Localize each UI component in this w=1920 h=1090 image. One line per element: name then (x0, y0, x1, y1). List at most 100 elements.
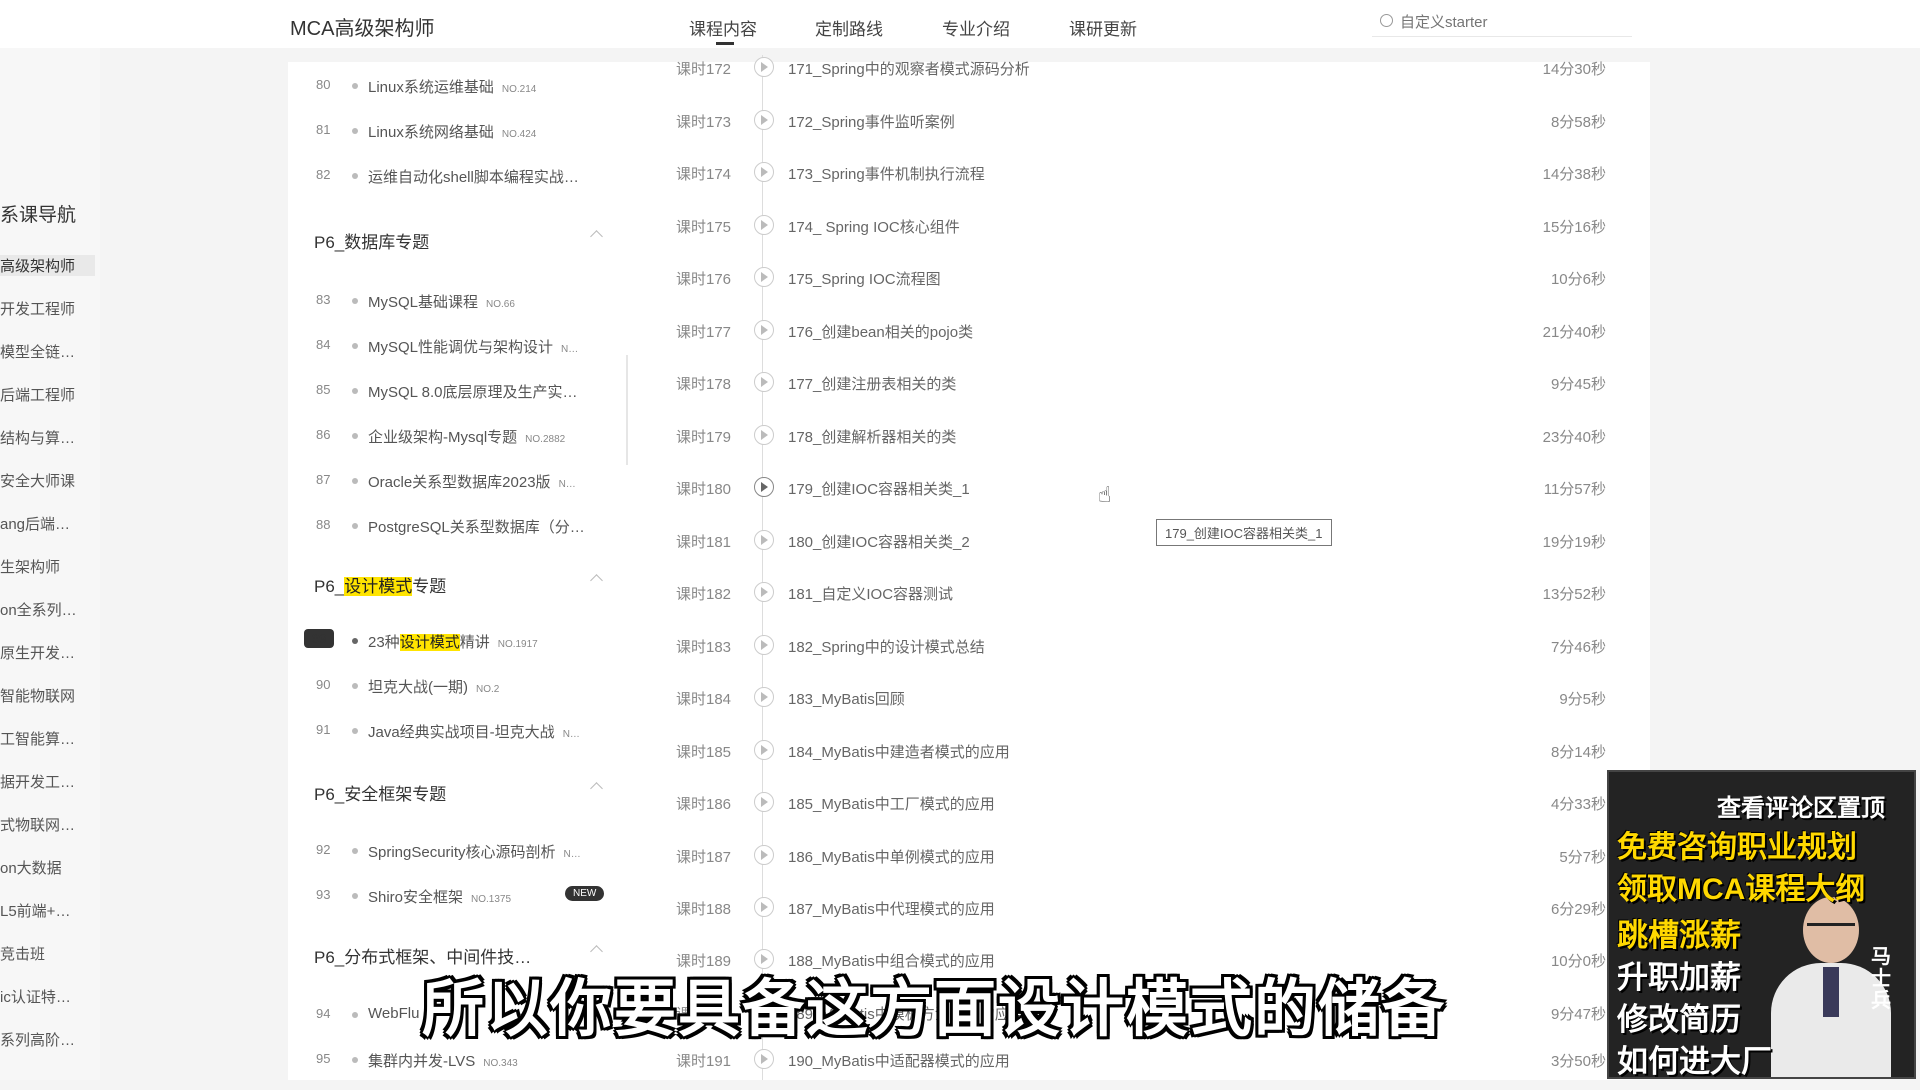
lesson-row[interactable]: 课时182 181_自定义IOC容器测试 13分52秒 (676, 582, 1606, 623)
lesson-row[interactable]: 课时188 187_MyBatis中代理模式的应用 6分29秒 (676, 897, 1606, 938)
course-item[interactable]: 84 MySQL性能调优与架构设计 N… (304, 331, 624, 361)
course-item[interactable]: 87 Oracle关系型数据库2023版 N… (304, 466, 624, 496)
course-item[interactable]: 91 Java经典实战项目-坦克大战 N… (304, 716, 624, 746)
lesson-row[interactable]: 课时185 184_MyBatis中建造者模式的应用 8分14秒 (676, 740, 1606, 781)
group-title-suffix: 专题 (412, 577, 447, 596)
nav-course-content[interactable]: 课程内容 (689, 15, 757, 40)
course-item[interactable]: 83 MySQL基础课程 NO.66 (304, 286, 624, 316)
search-input[interactable] (1398, 10, 1622, 34)
lesson-row[interactable]: 课时191 190_MyBatis中适配器模式的应用 3分50秒 (676, 1049, 1606, 1090)
category-item[interactable]: L5前端+… (0, 900, 95, 921)
lesson-hour: 课时178 (676, 376, 732, 393)
nav-course-update[interactable]: 课研更新 (1069, 15, 1137, 40)
play-icon[interactable] (754, 845, 774, 865)
category-item[interactable]: 安全大师课 (0, 470, 95, 491)
play-icon[interactable] (754, 372, 774, 392)
course-no: NO.214 (501, 84, 537, 95)
lesson-row[interactable]: 课时183 182_Spring中的设计模式总结 7分46秒 (676, 635, 1606, 676)
course-item[interactable]: 90 坦克大战(一期) NO.2 (304, 671, 624, 701)
play-icon[interactable] (754, 897, 774, 917)
lesson-row[interactable]: 课时186 185_MyBatis中工厂模式的应用 4分33秒 (676, 792, 1606, 833)
promo-overlay[interactable]: 查看评论区置顶 免费咨询职业规划 领取MCA课程大纲 跳槽涨薪 升职加薪 修改简… (1607, 770, 1916, 1079)
course-item[interactable]: 93 Shiro安全框架 NO.1375 NEW (304, 881, 624, 911)
category-item[interactable]: ic认证特… (0, 986, 95, 1007)
course-item[interactable]: 88 PostgreSQL关系型数据库（分… (304, 511, 624, 541)
course-group-title[interactable]: P6_数据库专题 (314, 228, 429, 253)
lesson-row[interactable]: 课时179 178_创建解析器相关的类 23分40秒 (676, 425, 1606, 466)
play-icon[interactable] (754, 425, 774, 445)
course-item[interactable]: 86 企业级架构-Mysql专题 NO.2882 (304, 421, 624, 451)
lesson-row[interactable]: 课时172 171_Spring中的观察者模式源码分析 14分30秒 (676, 57, 1606, 98)
lesson-row[interactable]: 课时184 183_MyBatis回顾 9分5秒 (676, 687, 1606, 728)
lesson-duration: 19分19秒 (1542, 534, 1606, 551)
play-icon[interactable] (754, 635, 774, 655)
course-item[interactable]: 95 集群内并发-LVS NO.343 (304, 1045, 624, 1075)
play-icon[interactable] (754, 215, 774, 235)
play-icon[interactable] (754, 582, 774, 602)
play-icon[interactable] (754, 110, 774, 130)
lesson-hour: 课时185 (676, 744, 732, 761)
play-icon[interactable] (754, 320, 774, 340)
course-item[interactable]: 82 运维自动化shell脚本编程实战… (304, 161, 624, 191)
course-name-prefix: 23种 (368, 634, 400, 651)
lesson-row[interactable]: 课时176 175_Spring IOC流程图 10分6秒 (676, 267, 1606, 308)
play-icon[interactable] (754, 530, 774, 550)
course-group-title[interactable]: P6_设计模式专题 (314, 572, 446, 597)
lesson-row[interactable]: 课时181 180_创建IOC容器相关类_2 19分19秒 (676, 530, 1606, 571)
course-item[interactable]: 92 SpringSecurity核心源码剖析 N… (304, 836, 624, 866)
course-item[interactable]: 81 Linux系统网络基础 NO.424 (304, 116, 624, 146)
play-icon[interactable] (754, 792, 774, 812)
category-item[interactable]: 工智能算… (0, 728, 95, 749)
category-item[interactable]: 式物联网… (0, 814, 95, 835)
category-item[interactable]: 系列高阶… (0, 1029, 95, 1050)
course-list-scrollbar[interactable] (626, 355, 628, 465)
course-number: 93 (316, 887, 331, 902)
search-highlight: 设计模式 (399, 634, 460, 651)
play-icon[interactable] (754, 740, 774, 760)
course-name: Java经典实战项目-坦克大战 (368, 724, 555, 741)
category-item[interactable]: 智能物联网 (0, 685, 95, 706)
category-item[interactable]: on全系列… (0, 599, 95, 620)
category-item[interactable]: 开发工程师 (0, 298, 95, 319)
course-item[interactable]: 80 Linux系统运维基础 NO.214 (304, 71, 624, 101)
play-icon[interactable] (754, 162, 774, 182)
lesson-row[interactable]: 课时173 172_Spring事件监听案例 8分58秒 (676, 110, 1606, 151)
category-item[interactable]: 后端工程师 (0, 384, 95, 405)
lesson-row[interactable]: 课时175 174_ Spring IOC核心组件 15分16秒 (676, 215, 1606, 256)
nav-custom-route[interactable]: 定制路线 (815, 15, 883, 40)
category-item[interactable]: 结构与算… (0, 427, 95, 448)
category-item[interactable]: 生架构师 (0, 556, 95, 577)
course-number: 85 (316, 382, 331, 397)
category-item[interactable]: 竞击班 (0, 943, 95, 964)
course-number: 91 (316, 722, 331, 737)
lesson-duration: 9分47秒 (1550, 1006, 1606, 1023)
play-icon[interactable] (754, 267, 774, 287)
category-item[interactable]: 模型全链… (0, 341, 95, 362)
category-item[interactable]: ang后端… (0, 513, 95, 534)
nav-major-intro[interactable]: 专业介绍 (942, 15, 1010, 40)
lesson-hour: 课时183 (676, 639, 732, 656)
course-number: 95 (316, 1051, 331, 1066)
lesson-row[interactable]: 课时178 177_创建注册表相关的类 9分45秒 (676, 372, 1606, 413)
category-item[interactable]: 高级架构师 (0, 255, 95, 276)
lesson-duration: 9分5秒 (1559, 691, 1606, 708)
promo-top-text: 查看评论区置顶 (1717, 795, 1885, 822)
course-group-title[interactable]: P6_安全框架专题 (314, 780, 446, 805)
play-icon[interactable] (754, 57, 774, 77)
category-item[interactable]: on大数据 (0, 857, 95, 878)
lesson-row-hovered[interactable]: 课时180 179_创建IOC容器相关类_1 11分57秒 (676, 477, 1606, 518)
search-box[interactable] (1372, 8, 1632, 37)
lesson-hour: 课时181 (676, 534, 732, 551)
course-number: 94 (316, 1006, 331, 1021)
lesson-title: 176_创建bean相关的pojo类 (788, 324, 974, 341)
category-item[interactable]: 据开发工… (0, 771, 95, 792)
play-icon[interactable] (754, 1049, 774, 1069)
play-icon[interactable] (754, 687, 774, 707)
course-item[interactable]: 85 MySQL 8.0底层原理及生产实… (304, 376, 624, 406)
lesson-row[interactable]: 课时177 176_创建bean相关的pojo类 21分40秒 (676, 320, 1606, 361)
lesson-row[interactable]: 课时174 173_Spring事件机制执行流程 14分38秒 (676, 162, 1606, 203)
course-item-selected[interactable]: 89 23种设计模式精讲 NO.1917 (304, 626, 624, 656)
play-icon[interactable] (754, 477, 774, 497)
lesson-row[interactable]: 课时187 186_MyBatis中单例模式的应用 5分7秒 (676, 845, 1606, 886)
category-item[interactable]: 原生开发… (0, 642, 95, 663)
